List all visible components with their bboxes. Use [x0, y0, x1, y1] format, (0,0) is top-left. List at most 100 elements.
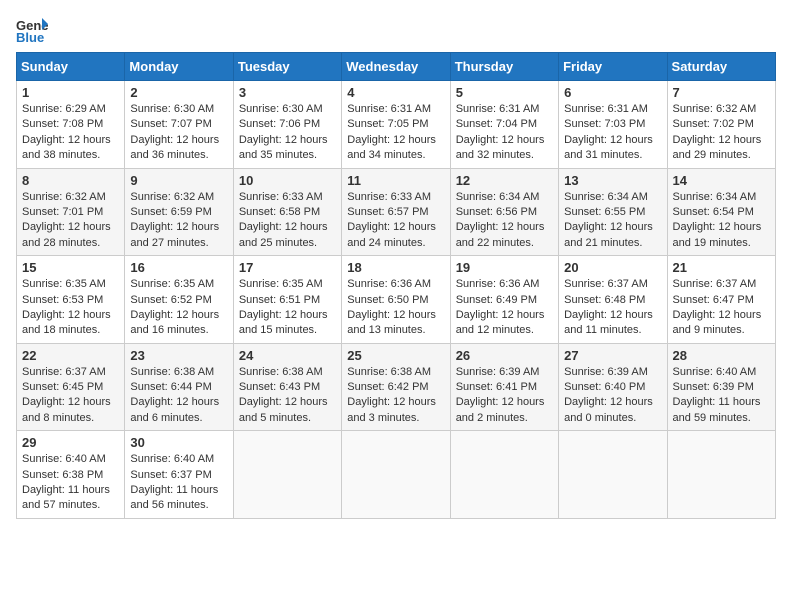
calendar-cell: [233, 431, 341, 519]
day-info: Sunrise: 6:37 AMSunset: 6:45 PMDaylight:…: [22, 365, 119, 427]
calendar-cell: 11 Sunrise: 6:33 AMSunset: 6:57 PMDaylig…: [342, 168, 450, 256]
day-info: Sunrise: 6:32 AMSunset: 7:01 PMDaylight:…: [22, 190, 119, 252]
day-info: Sunrise: 6:40 AMSunset: 6:38 PMDaylight:…: [22, 452, 119, 514]
weekday-header-wednesday: Wednesday: [342, 53, 450, 81]
calendar-cell: 4 Sunrise: 6:31 AMSunset: 7:05 PMDayligh…: [342, 81, 450, 169]
day-info: Sunrise: 6:36 AMSunset: 6:49 PMDaylight:…: [456, 277, 553, 339]
day-number: 14: [673, 173, 770, 188]
calendar-week-1: 1 Sunrise: 6:29 AMSunset: 7:08 PMDayligh…: [17, 81, 776, 169]
day-number: 12: [456, 173, 553, 188]
calendar-cell: 20 Sunrise: 6:37 AMSunset: 6:48 PMDaylig…: [559, 256, 667, 344]
calendar-table: SundayMondayTuesdayWednesdayThursdayFrid…: [16, 52, 776, 519]
calendar-week-5: 29 Sunrise: 6:40 AMSunset: 6:38 PMDaylig…: [17, 431, 776, 519]
day-number: 30: [130, 435, 227, 450]
calendar-cell: 12 Sunrise: 6:34 AMSunset: 6:56 PMDaylig…: [450, 168, 558, 256]
calendar-cell: 16 Sunrise: 6:35 AMSunset: 6:52 PMDaylig…: [125, 256, 233, 344]
day-number: 5: [456, 85, 553, 100]
day-number: 1: [22, 85, 119, 100]
calendar-cell: 26 Sunrise: 6:39 AMSunset: 6:41 PMDaylig…: [450, 343, 558, 431]
calendar-cell: 29 Sunrise: 6:40 AMSunset: 6:38 PMDaylig…: [17, 431, 125, 519]
day-info: Sunrise: 6:40 AMSunset: 6:37 PMDaylight:…: [130, 452, 227, 514]
day-number: 27: [564, 348, 661, 363]
calendar-cell: 9 Sunrise: 6:32 AMSunset: 6:59 PMDayligh…: [125, 168, 233, 256]
day-number: 20: [564, 260, 661, 275]
calendar-cell: 28 Sunrise: 6:40 AMSunset: 6:39 PMDaylig…: [667, 343, 775, 431]
page-header: General Blue: [16, 16, 776, 44]
day-number: 22: [22, 348, 119, 363]
calendar-cell: [559, 431, 667, 519]
weekday-header-thursday: Thursday: [450, 53, 558, 81]
day-info: Sunrise: 6:32 AMSunset: 7:02 PMDaylight:…: [673, 102, 770, 164]
calendar-cell: 2 Sunrise: 6:30 AMSunset: 7:07 PMDayligh…: [125, 81, 233, 169]
day-info: Sunrise: 6:34 AMSunset: 6:54 PMDaylight:…: [673, 190, 770, 252]
day-info: Sunrise: 6:32 AMSunset: 6:59 PMDaylight:…: [130, 190, 227, 252]
calendar-cell: 19 Sunrise: 6:36 AMSunset: 6:49 PMDaylig…: [450, 256, 558, 344]
calendar-cell: 17 Sunrise: 6:35 AMSunset: 6:51 PMDaylig…: [233, 256, 341, 344]
calendar-cell: 5 Sunrise: 6:31 AMSunset: 7:04 PMDayligh…: [450, 81, 558, 169]
day-number: 17: [239, 260, 336, 275]
calendar-cell: 24 Sunrise: 6:38 AMSunset: 6:43 PMDaylig…: [233, 343, 341, 431]
calendar-cell: 18 Sunrise: 6:36 AMSunset: 6:50 PMDaylig…: [342, 256, 450, 344]
logo: General Blue: [16, 16, 48, 44]
day-info: Sunrise: 6:30 AMSunset: 7:06 PMDaylight:…: [239, 102, 336, 164]
day-number: 10: [239, 173, 336, 188]
day-number: 26: [456, 348, 553, 363]
day-number: 8: [22, 173, 119, 188]
calendar-week-3: 15 Sunrise: 6:35 AMSunset: 6:53 PMDaylig…: [17, 256, 776, 344]
weekday-header-tuesday: Tuesday: [233, 53, 341, 81]
calendar-cell: 30 Sunrise: 6:40 AMSunset: 6:37 PMDaylig…: [125, 431, 233, 519]
logo-icon: General Blue: [16, 16, 48, 44]
weekday-header-friday: Friday: [559, 53, 667, 81]
day-number: 16: [130, 260, 227, 275]
day-info: Sunrise: 6:33 AMSunset: 6:58 PMDaylight:…: [239, 190, 336, 252]
weekday-header-sunday: Sunday: [17, 53, 125, 81]
day-info: Sunrise: 6:37 AMSunset: 6:47 PMDaylight:…: [673, 277, 770, 339]
calendar-cell: [667, 431, 775, 519]
calendar-cell: 13 Sunrise: 6:34 AMSunset: 6:55 PMDaylig…: [559, 168, 667, 256]
day-info: Sunrise: 6:35 AMSunset: 6:51 PMDaylight:…: [239, 277, 336, 339]
calendar-cell: 10 Sunrise: 6:33 AMSunset: 6:58 PMDaylig…: [233, 168, 341, 256]
day-number: 11: [347, 173, 444, 188]
calendar-cell: 25 Sunrise: 6:38 AMSunset: 6:42 PMDaylig…: [342, 343, 450, 431]
day-info: Sunrise: 6:37 AMSunset: 6:48 PMDaylight:…: [564, 277, 661, 339]
day-number: 13: [564, 173, 661, 188]
day-info: Sunrise: 6:29 AMSunset: 7:08 PMDaylight:…: [22, 102, 119, 164]
calendar-cell: 1 Sunrise: 6:29 AMSunset: 7:08 PMDayligh…: [17, 81, 125, 169]
day-number: 2: [130, 85, 227, 100]
day-info: Sunrise: 6:33 AMSunset: 6:57 PMDaylight:…: [347, 190, 444, 252]
calendar-cell: 6 Sunrise: 6:31 AMSunset: 7:03 PMDayligh…: [559, 81, 667, 169]
day-number: 6: [564, 85, 661, 100]
day-number: 29: [22, 435, 119, 450]
day-info: Sunrise: 6:31 AMSunset: 7:04 PMDaylight:…: [456, 102, 553, 164]
day-info: Sunrise: 6:34 AMSunset: 6:55 PMDaylight:…: [564, 190, 661, 252]
day-number: 15: [22, 260, 119, 275]
day-number: 23: [130, 348, 227, 363]
day-number: 19: [456, 260, 553, 275]
calendar-cell: 7 Sunrise: 6:32 AMSunset: 7:02 PMDayligh…: [667, 81, 775, 169]
day-info: Sunrise: 6:30 AMSunset: 7:07 PMDaylight:…: [130, 102, 227, 164]
calendar-cell: 27 Sunrise: 6:39 AMSunset: 6:40 PMDaylig…: [559, 343, 667, 431]
day-info: Sunrise: 6:38 AMSunset: 6:42 PMDaylight:…: [347, 365, 444, 427]
day-info: Sunrise: 6:36 AMSunset: 6:50 PMDaylight:…: [347, 277, 444, 339]
weekday-header-monday: Monday: [125, 53, 233, 81]
calendar-cell: [342, 431, 450, 519]
weekday-header-saturday: Saturday: [667, 53, 775, 81]
day-number: 4: [347, 85, 444, 100]
day-info: Sunrise: 6:34 AMSunset: 6:56 PMDaylight:…: [456, 190, 553, 252]
calendar-cell: 22 Sunrise: 6:37 AMSunset: 6:45 PMDaylig…: [17, 343, 125, 431]
day-number: 28: [673, 348, 770, 363]
calendar-cell: 23 Sunrise: 6:38 AMSunset: 6:44 PMDaylig…: [125, 343, 233, 431]
calendar-cell: [450, 431, 558, 519]
svg-text:Blue: Blue: [16, 30, 44, 44]
day-number: 7: [673, 85, 770, 100]
day-info: Sunrise: 6:31 AMSunset: 7:03 PMDaylight:…: [564, 102, 661, 164]
calendar-cell: 8 Sunrise: 6:32 AMSunset: 7:01 PMDayligh…: [17, 168, 125, 256]
day-number: 9: [130, 173, 227, 188]
day-number: 21: [673, 260, 770, 275]
day-number: 3: [239, 85, 336, 100]
calendar-week-4: 22 Sunrise: 6:37 AMSunset: 6:45 PMDaylig…: [17, 343, 776, 431]
day-info: Sunrise: 6:40 AMSunset: 6:39 PMDaylight:…: [673, 365, 770, 427]
day-number: 24: [239, 348, 336, 363]
calendar-cell: 21 Sunrise: 6:37 AMSunset: 6:47 PMDaylig…: [667, 256, 775, 344]
day-info: Sunrise: 6:38 AMSunset: 6:44 PMDaylight:…: [130, 365, 227, 427]
